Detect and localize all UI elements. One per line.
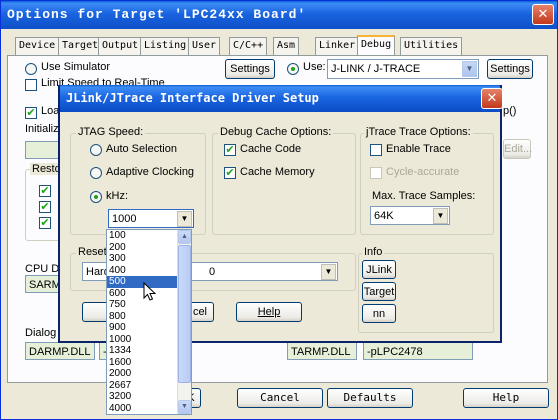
cache-code-label: Cache Code bbox=[240, 143, 302, 155]
help-button[interactable]: Help bbox=[463, 388, 549, 408]
adaptive-clocking-radio[interactable] bbox=[90, 167, 102, 179]
khz-radio[interactable] bbox=[90, 191, 102, 203]
debug-cache-legend: Debug Cache Options: bbox=[218, 126, 334, 138]
tab-output[interactable]: Output bbox=[98, 37, 143, 55]
initialization-label: Initializ bbox=[25, 123, 59, 135]
defaults-button[interactable]: Defaults bbox=[327, 388, 413, 408]
restore-check-3-icon: ✔ bbox=[40, 217, 50, 229]
driver-select-chevron-down-icon[interactable]: ▼ bbox=[462, 61, 477, 77]
max-trace-samples-value: 64K bbox=[374, 210, 394, 222]
reset-legend: Reset bbox=[76, 246, 109, 258]
driver-select[interactable]: J-LINK / J-TRACE ▼ bbox=[327, 59, 479, 79]
cache-code-check-icon: ✔ bbox=[225, 144, 235, 156]
use-simulator-radio[interactable] bbox=[25, 63, 37, 75]
khz-select-value: 1000 bbox=[112, 213, 137, 225]
window-title: Options for Target 'LPC24xx Board' bbox=[7, 7, 307, 22]
khz-select[interactable]: 1000 ▼ bbox=[108, 209, 194, 228]
cache-memory-checkbox[interactable]: ✔ bbox=[224, 167, 236, 179]
driver-settings-button[interactable]: Settings bbox=[487, 59, 533, 79]
enable-trace-checkbox[interactable] bbox=[370, 144, 382, 156]
restore-checkbox-3[interactable]: ✔ bbox=[39, 217, 51, 229]
load-check-icon: ✔ bbox=[26, 107, 36, 119]
jlink-info-button[interactable]: JLink bbox=[362, 260, 396, 279]
target-dialog-dll-field[interactable]: TARMP.DLL bbox=[287, 342, 357, 360]
cancel-button[interactable]: Cancel bbox=[237, 388, 323, 408]
window-close-icon[interactable]: ✕ bbox=[532, 4, 554, 25]
dropdown-scrollbar[interactable]: ▲ ▼ bbox=[177, 230, 191, 414]
load-checkbox[interactable]: ✔ bbox=[25, 107, 37, 119]
max-trace-samples-label: Max. Trace Samples: bbox=[372, 190, 476, 202]
tab-user[interactable]: User bbox=[188, 37, 221, 55]
use-driver-radio[interactable] bbox=[287, 63, 299, 75]
restore-checkbox-1[interactable]: ✔ bbox=[39, 185, 51, 197]
restore-checkbox-2[interactable]: ✔ bbox=[39, 201, 51, 213]
tab-debug[interactable]: Debug bbox=[357, 35, 396, 56]
reset-chevron-down-icon[interactable]: ▼ bbox=[321, 264, 336, 280]
limit-speed-checkbox[interactable] bbox=[25, 79, 37, 91]
auto-selection-radio[interactable] bbox=[90, 144, 102, 156]
cache-memory-label: Cache Memory bbox=[240, 166, 315, 178]
khz-label: kHz: bbox=[106, 190, 128, 202]
cycle-accurate-checkbox[interactable] bbox=[370, 167, 382, 179]
dialog-title: JLink/JTrace Interface Driver Setup bbox=[66, 91, 319, 105]
trace-options-legend: jTrace Trace Options: bbox=[364, 126, 473, 138]
tab-device[interactable]: Device bbox=[15, 37, 60, 55]
tab-asm[interactable]: Asm bbox=[273, 37, 300, 55]
initialization-file-field[interactable] bbox=[25, 141, 61, 159]
driver-select-value: J-LINK / J-TRACE bbox=[331, 63, 421, 75]
khz-dropdown-list[interactable]: 100 200 300 400 500 600 750 800 900 1000 1334 1600 2… bbox=[106, 229, 192, 415]
target-info-button[interactable]: Target bbox=[362, 282, 396, 301]
enable-trace-label: Enable Trace bbox=[386, 143, 451, 155]
target-dialog-params-field[interactable]: -pLPC2478 bbox=[363, 342, 473, 360]
use-simulator-label: Use Simulator bbox=[41, 61, 111, 73]
max-trace-samples-select[interactable]: 64K ▼ bbox=[370, 206, 450, 225]
edit-button[interactable]: Edit... bbox=[503, 139, 532, 159]
scroll-down-icon[interactable]: ▼ bbox=[178, 400, 191, 414]
nn-info-button[interactable]: nn bbox=[362, 304, 396, 323]
info-legend: Info bbox=[362, 246, 385, 258]
scroll-up-icon[interactable]: ▲ bbox=[178, 230, 191, 244]
tab-target[interactable]: Target bbox=[58, 37, 103, 55]
restore-check-2-icon: ✔ bbox=[40, 201, 50, 213]
cache-memory-check-icon: ✔ bbox=[225, 167, 235, 179]
cycle-accurate-label: Cycle-accurate bbox=[386, 166, 460, 178]
auto-selection-label: Auto Selection bbox=[106, 143, 177, 155]
tab-utilities[interactable]: Utilities bbox=[400, 37, 463, 55]
mouse-cursor-icon bbox=[143, 282, 157, 301]
khz-select-chevron-down-icon[interactable]: ▼ bbox=[177, 211, 192, 227]
jtag-speed-legend: JTAG Speed: bbox=[76, 126, 146, 138]
right-edge-text: p() bbox=[503, 105, 517, 117]
window-title-bar: Options for Target 'LPC24xx Board' bbox=[1, 1, 557, 29]
dialog-dll-field[interactable]: DARMP.DLL bbox=[25, 342, 95, 360]
use-driver-label: Use: bbox=[303, 61, 326, 73]
cache-code-checkbox[interactable]: ✔ bbox=[224, 144, 236, 156]
dialog-close-icon[interactable]: ✕ bbox=[481, 88, 503, 109]
dialog-title-bar: JLink/JTrace Interface Driver Setup bbox=[60, 85, 500, 112]
scroll-thumb[interactable] bbox=[178, 245, 191, 383]
tab-listing[interactable]: Listing bbox=[140, 37, 191, 55]
max-trace-chevron-down-icon[interactable]: ▼ bbox=[433, 208, 448, 224]
restore-check-1-icon: ✔ bbox=[40, 185, 50, 197]
adaptive-clocking-label: Adaptive Clocking bbox=[106, 166, 195, 178]
tab-cc[interactable]: C/C++ bbox=[229, 37, 268, 55]
reset-strategy-value-suffix: 0 bbox=[209, 266, 216, 278]
tab-linker[interactable]: Linker bbox=[315, 37, 360, 55]
simulator-settings-button[interactable]: Settings bbox=[225, 59, 275, 79]
dialog-help-button[interactable]: Help bbox=[236, 302, 302, 322]
